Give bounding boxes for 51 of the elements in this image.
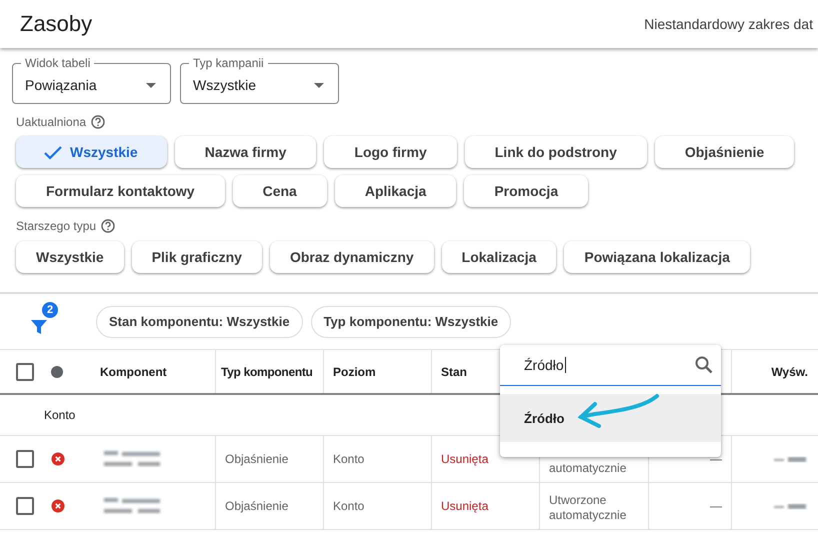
table-cell: — xyxy=(710,452,722,466)
filter-chip[interactable]: Link do podstrony xyxy=(464,136,647,168)
status-text: Usunięta xyxy=(441,452,488,466)
filter-chip[interactable]: Plik graficzny xyxy=(132,241,262,273)
filter-chip[interactable]: Obraz dynamiczny xyxy=(270,241,434,273)
filter-chip[interactable]: Cena xyxy=(232,175,327,207)
column-header[interactable]: Typ komponentu xyxy=(221,364,313,378)
filter-chip[interactable]: Formularz kontaktowy xyxy=(16,175,225,207)
filter-chip[interactable]: Nazwa firmy xyxy=(174,136,316,168)
filter-chip[interactable]: Logo firmy xyxy=(324,136,457,168)
type-cell: Objaśnienie xyxy=(225,498,288,514)
status-dot-icon xyxy=(51,366,63,378)
type-cell: Objaśnienie xyxy=(225,452,288,466)
dropdown[interactable]: Typ kampanii Wszystkie xyxy=(180,56,339,104)
check-icon xyxy=(44,144,62,160)
level-cell: Konto xyxy=(333,498,364,514)
date-range-link[interactable]: Niestandardowy zakres dat xyxy=(644,16,813,32)
column-header[interactable]: Poziom xyxy=(333,364,376,378)
group-label: Konto xyxy=(44,408,76,422)
source-cell-text: Utworzone automatycznie xyxy=(549,493,628,522)
help-icon xyxy=(91,115,106,129)
filter-chip[interactable]: Lokalizacja xyxy=(442,241,556,273)
table-cell: — xyxy=(710,498,722,514)
count-badge: 2 xyxy=(42,302,58,318)
section-label: Starszego typu xyxy=(16,219,96,233)
status-text: Usunięta xyxy=(441,498,488,514)
caret-icon xyxy=(146,82,156,88)
filter-pill[interactable]: Typ komponentu: Wszystkie xyxy=(310,306,512,338)
menu-option[interactable]: Źródło xyxy=(500,394,721,442)
page-title: Zasoby xyxy=(20,11,92,37)
level-cell: Konto xyxy=(333,452,364,466)
filter-chip[interactable]: Wszystkie xyxy=(16,136,167,168)
search-icon xyxy=(695,356,713,374)
filter-chip[interactable]: Powiązana lokalizacja xyxy=(564,241,750,273)
checkbox[interactable] xyxy=(16,362,34,380)
section-label: Uaktualniona xyxy=(16,115,86,129)
column-header[interactable]: Komponent xyxy=(100,364,167,378)
filter-chip[interactable]: Objaśnienie xyxy=(654,136,794,168)
help-icon xyxy=(101,219,116,233)
checkbox[interactable] xyxy=(16,450,34,468)
dropdown[interactable]: Widok tabeli Powiązania xyxy=(12,56,171,104)
column-header[interactable]: Stan xyxy=(441,364,468,378)
filter-pill[interactable]: Stan komponentu: Wszystkie xyxy=(96,306,303,338)
checkbox[interactable] xyxy=(16,497,34,515)
caret-icon xyxy=(314,82,324,88)
filter-chip[interactable]: Promocja xyxy=(464,175,588,207)
column-header[interactable]: Wyśw. xyxy=(771,364,808,378)
filter-chip[interactable]: Aplikacja xyxy=(334,175,456,207)
search-field[interactable]: Źródło xyxy=(500,345,721,386)
filter-chip[interactable]: Wszystkie xyxy=(16,241,124,273)
source-cell: automatycznie xyxy=(549,460,626,475)
